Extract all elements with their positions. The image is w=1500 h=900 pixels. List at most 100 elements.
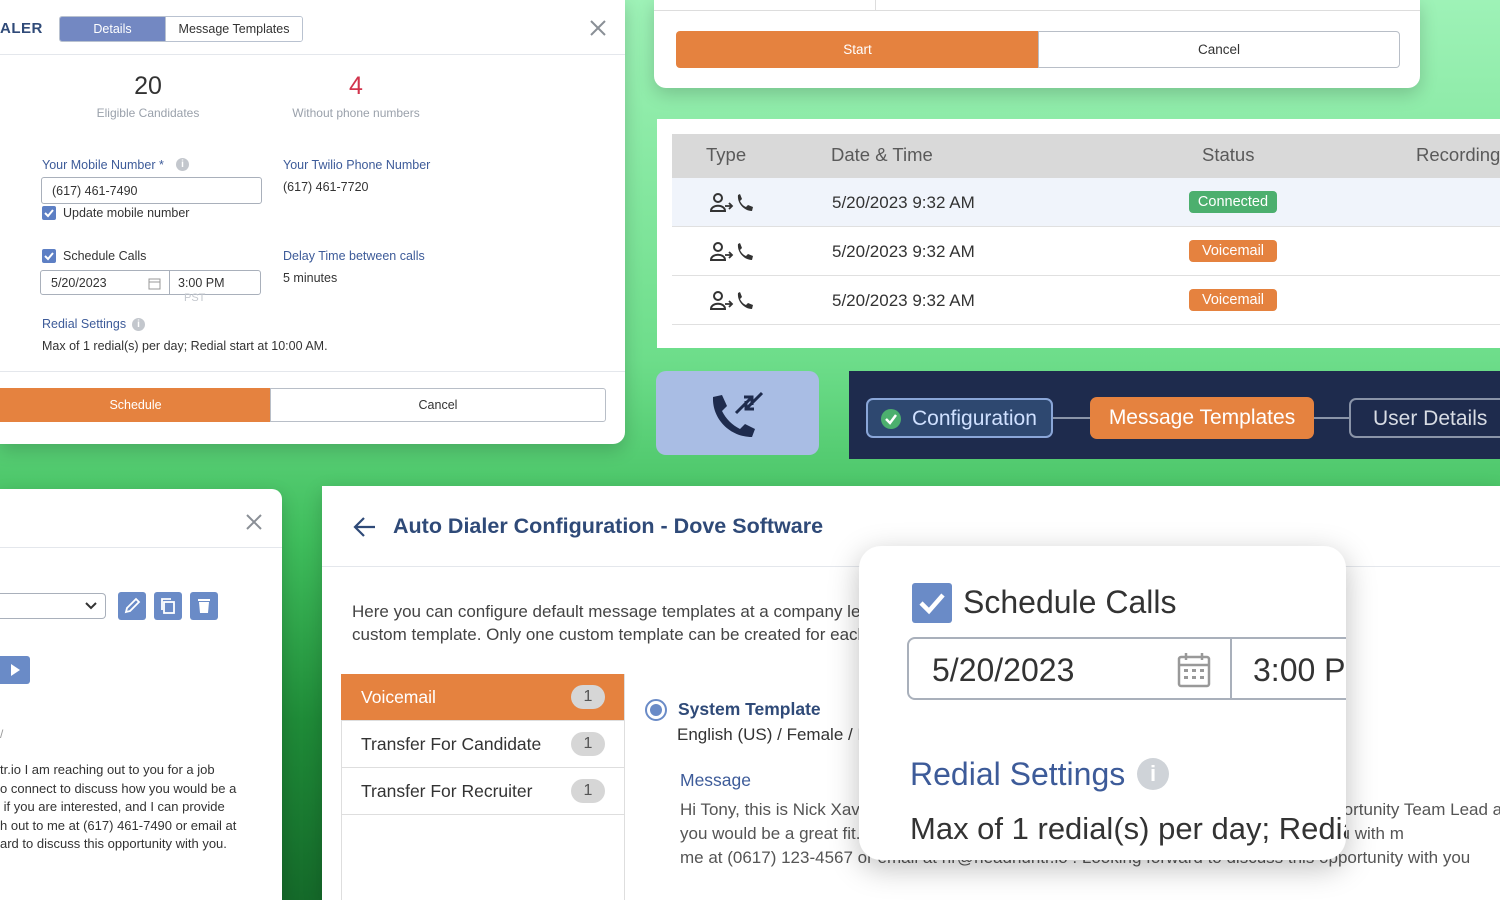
info-icon[interactable]: i <box>176 158 189 171</box>
step-connector <box>1314 417 1349 419</box>
step-label: Configuration <box>912 407 1037 430</box>
table-header: Type Date & Time Status Recording <box>672 134 1500 178</box>
divider <box>0 371 625 372</box>
tab-message-templates[interactable]: Message Templates <box>165 17 302 41</box>
update-mobile-label: Update mobile number <box>63 206 190 220</box>
list-item-transfer-candidate[interactable]: Transfer For Candidate 1 <box>341 721 624 768</box>
system-template-label: System Template <box>678 699 821 719</box>
field-label-fragment: / <box>0 727 4 741</box>
eligible-count: 20 <box>134 72 162 100</box>
step-message-templates[interactable]: Message Templates <box>1090 397 1314 439</box>
mobile-number-field[interactable]: (617) 461-7490 <box>41 177 262 204</box>
edit-button[interactable] <box>118 592 146 620</box>
redial-label: Redial Settings <box>910 756 1126 792</box>
redial-label: Redial Settings <box>42 317 127 331</box>
redial-value: Max of 1 redial(s) per day; Redial start… <box>42 339 328 353</box>
mobile-label: Your Mobile Number * <box>42 158 164 172</box>
close-icon[interactable] <box>244 512 264 532</box>
check-circle-icon <box>880 408 902 430</box>
template-count: 1 <box>571 779 605 803</box>
back-arrow-icon[interactable] <box>353 516 377 538</box>
delay-label: Delay Time between calls <box>283 249 425 263</box>
phone-transfer-tile <box>656 371 819 455</box>
calendar-icon[interactable] <box>148 277 161 290</box>
time-field[interactable]: 3:00 PM PST <box>169 270 261 304</box>
time-value: 3:00 PM <box>1253 652 1346 688</box>
message-label: Message <box>680 770 752 790</box>
delay-value: 5 minutes <box>283 271 338 285</box>
start-button[interactable]: Start <box>676 31 1039 68</box>
status-badge: Connected <box>1189 191 1277 213</box>
list-item-voicemail[interactable]: Voicemail 1 <box>341 674 624 721</box>
transfer-call-icon <box>708 289 756 313</box>
template-message-text[interactable]: tr.io I am reaching out to you for a job… <box>0 761 260 854</box>
info-icon[interactable]: i <box>132 318 145 331</box>
column-date-time: Date & Time <box>831 144 933 165</box>
column-status: Status <box>1202 144 1255 165</box>
table-row[interactable]: 5/20/2023 9:32 AM Connected <box>672 178 1500 227</box>
table-row[interactable]: 5/20/2023 9:32 AM Voicemail <box>672 276 1500 325</box>
info-icon[interactable]: i <box>1137 758 1169 790</box>
step-user-details[interactable]: User Details <box>1349 398 1500 438</box>
eligible-label: Eligible Candidates <box>96 106 200 120</box>
twilio-label: Your Twilio Phone Number <box>283 158 431 172</box>
divider <box>654 10 1420 11</box>
call-datetime: 5/20/2023 9:32 AM <box>832 291 975 310</box>
schedule-calls-label: Schedule Calls <box>963 584 1177 620</box>
time-field[interactable]: 3:00 PM <box>1230 637 1346 700</box>
call-log-table: Type Date & Time Status Recording 5/20/2… <box>657 119 1500 348</box>
template-name: Transfer For Candidate <box>361 734 542 754</box>
redial-value: Max of 1 redial(s) per day; Redial start… <box>910 811 1346 846</box>
list-item-transfer-recruiter[interactable]: Transfer For Recruiter 1 <box>341 768 624 815</box>
zoom-schedule-panel: Schedule Calls 5/20/2023 3:00 PM Redial … <box>859 546 1346 860</box>
template-name: Voicemail <box>361 687 436 707</box>
update-mobile-checkbox[interactable] <box>42 206 56 220</box>
copy-button[interactable] <box>154 592 182 620</box>
divider <box>875 0 876 10</box>
schedule-calls-label: Schedule Calls <box>63 249 147 263</box>
date-field[interactable]: 5/20/2023 <box>907 637 1232 700</box>
system-template-voice: English (US) / Female / K <box>677 725 869 744</box>
schedule-button[interactable]: Schedule <box>0 388 271 422</box>
cancel-button[interactable]: Cancel <box>270 388 606 422</box>
column-type: Type <box>706 144 747 165</box>
radio-selected-icon[interactable] <box>644 698 668 722</box>
date-value: 5/20/2023 <box>51 276 107 290</box>
call-datetime: 5/20/2023 9:32 AM <box>832 193 975 212</box>
date-value: 5/20/2023 <box>932 652 1075 688</box>
dialer-details-modal: ALER Details Message Templates 20 Eligib… <box>0 0 625 444</box>
phone-transfer-icon <box>710 389 766 441</box>
template-select[interactable] <box>0 593 106 619</box>
close-icon[interactable] <box>588 18 608 38</box>
timezone: PST <box>184 292 206 304</box>
transfer-call-icon <box>708 240 756 264</box>
status-badge: Voicemail <box>1189 289 1277 311</box>
calendar-icon[interactable] <box>1177 652 1211 688</box>
template-count: 1 <box>571 732 605 756</box>
start-panel: Start Cancel <box>654 0 1420 88</box>
table-row[interactable]: 5/20/2023 9:32 AM Voicemail <box>672 227 1500 276</box>
modal-tabs: Details Message Templates <box>59 16 303 42</box>
template-name: Transfer For Recruiter <box>361 781 533 801</box>
page-title: Auto Dialer Configuration - Dove Softwar… <box>393 514 824 538</box>
call-datetime: 5/20/2023 9:32 AM <box>832 242 975 261</box>
tab-details[interactable]: Details <box>60 17 165 41</box>
date-field[interactable]: 5/20/2023 <box>40 270 170 295</box>
play-button[interactable] <box>0 656 30 684</box>
step-configuration[interactable]: Configuration <box>866 398 1053 438</box>
cancel-button[interactable]: Cancel <box>1038 31 1400 68</box>
column-recording: Recording <box>1416 144 1500 165</box>
twilio-number: (617) 461-7720 <box>283 180 369 194</box>
chevron-down-icon <box>85 601 97 611</box>
step-connector <box>1053 417 1090 419</box>
delete-button[interactable] <box>190 592 218 620</box>
status-badge: Voicemail <box>1189 240 1277 262</box>
transfer-call-icon <box>708 191 756 215</box>
divider <box>0 54 625 55</box>
schedule-calls-checkbox[interactable] <box>912 583 952 623</box>
no-phone-count: 4 <box>349 72 363 100</box>
config-stepper: Configuration Message Templates User Det… <box>849 371 1500 459</box>
divider <box>0 547 282 548</box>
time-value: 3:00 PM <box>178 276 225 290</box>
schedule-calls-checkbox[interactable] <box>42 249 56 263</box>
